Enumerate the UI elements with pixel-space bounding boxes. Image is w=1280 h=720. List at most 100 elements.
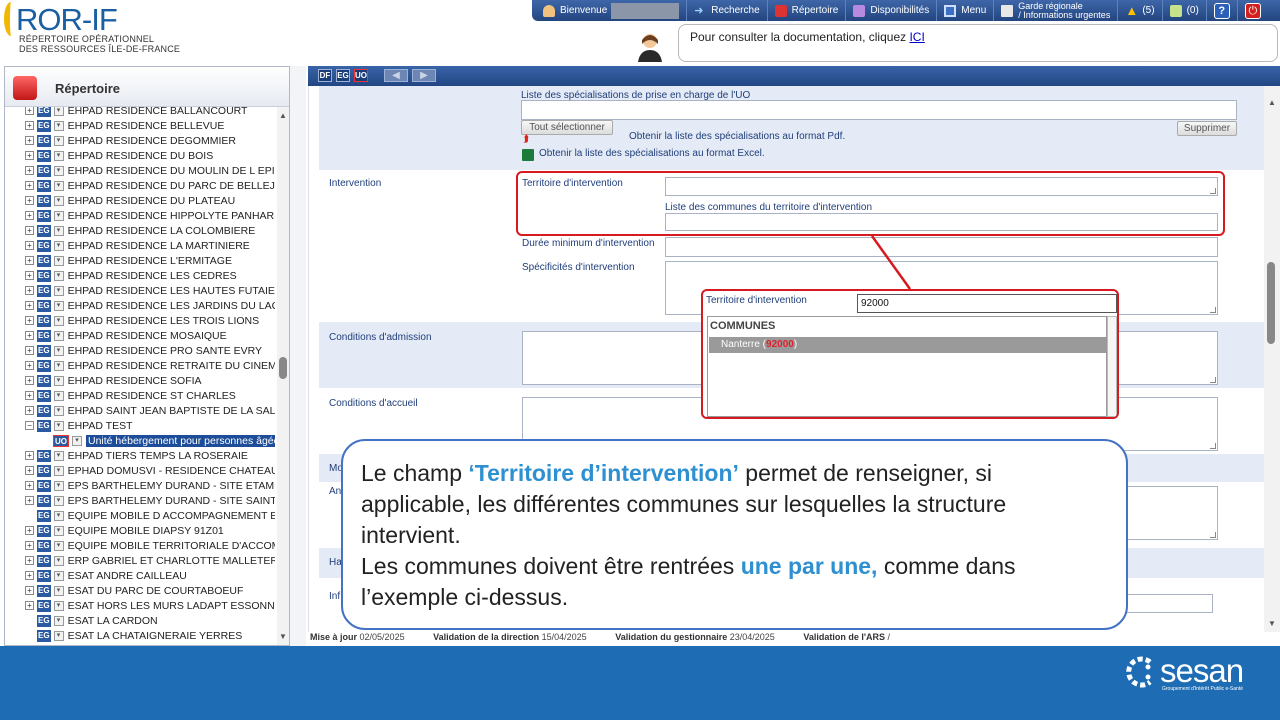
tree-item[interactable]: + EG ▾ EHPAD RESIDENCE RETRAITE DU CINEMA: [25, 358, 275, 373]
item-menu-icon[interactable]: ▾: [53, 510, 64, 521]
item-menu-icon[interactable]: ▾: [53, 375, 64, 386]
excel-icon[interactable]: [522, 149, 534, 161]
expand-toggle-icon[interactable]: +: [25, 361, 34, 370]
expand-toggle-icon[interactable]: +: [25, 376, 34, 385]
expand-toggle-icon[interactable]: +: [25, 211, 34, 220]
item-menu-icon[interactable]: ▾: [53, 107, 64, 116]
item-menu-icon[interactable]: ▾: [53, 195, 64, 206]
pdf-icon[interactable]: ⮭: [523, 135, 534, 147]
item-menu-icon[interactable]: ▾: [53, 420, 64, 431]
expand-toggle-icon[interactable]: +: [25, 481, 34, 490]
expand-toggle-icon[interactable]: +: [25, 121, 34, 130]
item-menu-icon[interactable]: ▾: [53, 150, 64, 161]
tree-item[interactable]: + EG ▾ EHPAD RESIDENCE LES CEDRES: [25, 268, 237, 283]
tree-item[interactable]: + EG ▾ EHPAD TIERS TEMPS LA ROSERAIE: [25, 448, 248, 463]
nav-availability[interactable]: Disponibilités: [846, 0, 938, 21]
expand-toggle-icon[interactable]: +: [25, 526, 34, 535]
tree-item[interactable]: + EG ▾ EHPAD RESIDENCE L'ERMITAGE: [25, 253, 232, 268]
scroll-up-icon[interactable]: ▲: [279, 111, 287, 120]
tree-item[interactable]: + EG ▾ EQUIPE MOBILE TERRITORIALE D'ACCOM: [25, 538, 275, 553]
tree-item[interactable]: + EG ▾ EHPAD RESIDENCE MOSAIQUE: [25, 328, 227, 343]
expand-toggle-icon[interactable]: +: [25, 496, 34, 505]
tree-item[interactable]: + EG ▾ EHPAD RESIDENCE LES HAUTES FUTAIES: [25, 283, 275, 298]
item-menu-icon[interactable]: ▾: [53, 300, 64, 311]
nav-menu[interactable]: Menu: [937, 0, 995, 21]
forward-arrow-icon[interactable]: ▶: [412, 69, 436, 82]
pdf-link[interactable]: Obtenir la liste des spécialisations au …: [629, 131, 845, 142]
tree-item[interactable]: + EG ▾ ESAT DU PARC DE COURTABOEUF: [25, 583, 243, 598]
scroll-down-icon[interactable]: ▼: [279, 632, 287, 641]
item-menu-icon[interactable]: ▾: [53, 495, 64, 506]
item-menu-icon[interactable]: ▾: [53, 465, 64, 476]
item-menu-icon[interactable]: ▾: [53, 630, 64, 641]
tree-item[interactable]: + EG ▾ EHPAD RESIDENCE DU PARC DE BELLEJA: [25, 178, 275, 193]
item-menu-icon[interactable]: ▾: [53, 285, 64, 296]
specialisations-list[interactable]: [521, 100, 1237, 120]
item-menu-icon[interactable]: ▾: [72, 435, 82, 446]
excel-link[interactable]: Obtenir la liste des spécialisations au …: [539, 148, 765, 159]
uo-button[interactable]: UO: [354, 69, 368, 82]
commune-suggestion-item[interactable]: Nanterre (92000): [709, 337, 1106, 353]
item-menu-icon[interactable]: ▾: [53, 615, 64, 626]
item-menu-icon[interactable]: ▾: [53, 225, 64, 236]
expand-toggle-icon[interactable]: +: [25, 107, 34, 115]
tree-item[interactable]: + EG ▾ ESAT ANDRE CAILLEAU: [25, 568, 187, 583]
form-scrollbar[interactable]: ▲ ▼: [1264, 86, 1280, 632]
expand-toggle-icon[interactable]: +: [25, 241, 34, 250]
tree-item[interactable]: + EG ▾ EHPAD RESIDENCE LA COLOMBIERE: [25, 223, 255, 238]
form-scroll-thumb[interactable]: [1267, 262, 1275, 344]
expand-toggle-icon[interactable]: +: [25, 466, 34, 475]
tree-item[interactable]: +EG▾ESAT LA CARDON: [25, 613, 158, 628]
nav-help[interactable]: ?: [1207, 0, 1238, 21]
expand-toggle-icon[interactable]: +: [25, 406, 34, 415]
nav-alerts[interactable]: ▲ (5): [1118, 0, 1163, 21]
panel-splitter[interactable]: [290, 66, 306, 646]
expand-toggle-icon[interactable]: +: [25, 181, 34, 190]
tree-item[interactable]: + EG ▾ EHPAD RESIDENCE LES JARDINS DU LAC: [25, 298, 275, 313]
eg-button[interactable]: EG: [336, 69, 350, 82]
item-menu-icon[interactable]: ▾: [53, 450, 64, 461]
item-menu-icon[interactable]: ▾: [53, 555, 64, 566]
expand-toggle-icon[interactable]: +: [25, 601, 34, 610]
item-menu-icon[interactable]: ▾: [53, 405, 64, 416]
expand-toggle-icon[interactable]: +: [25, 451, 34, 460]
tree-item[interactable]: + EG ▾ EPHAD DOMUSVI - RESIDENCE CHATEAU: [25, 463, 275, 478]
tree-item[interactable]: + EG ▾ EHPAD RESIDENCE PRO SANTE EVRY: [25, 343, 262, 358]
expand-toggle-icon[interactable]: +: [25, 301, 34, 310]
item-menu-icon[interactable]: ▾: [53, 210, 64, 221]
expand-toggle-icon[interactable]: +: [25, 586, 34, 595]
item-menu-icon[interactable]: ▾: [53, 390, 64, 401]
expand-toggle-icon[interactable]: +: [25, 166, 34, 175]
item-menu-icon[interactable]: ▾: [53, 315, 64, 326]
tree-item[interactable]: + EG ▾ EHPAD RESIDENCE DU MOULIN DE L EPIN: [25, 163, 275, 178]
tree-item[interactable]: + EG ▾ EHPAD SAINT JEAN BAPTISTE DE LA SALL: [25, 403, 275, 418]
item-menu-icon[interactable]: ▾: [53, 540, 64, 551]
nav-search[interactable]: ➜ Recherche: [687, 0, 768, 21]
tree-item[interactable]: + EG ▾ EHPAD RESIDENCE DU PLATEAU: [25, 193, 235, 208]
item-menu-icon[interactable]: ▾: [53, 255, 64, 266]
expand-toggle-icon[interactable]: +: [25, 271, 34, 280]
expand-toggle-icon[interactable]: −: [25, 421, 34, 430]
item-menu-icon[interactable]: ▾: [53, 585, 64, 596]
expand-toggle-icon[interactable]: +: [25, 226, 34, 235]
tree-item[interactable]: + EG ▾ EPS BARTHELEMY DURAND - SITE ETAMP: [25, 478, 275, 493]
expand-toggle-icon[interactable]: +: [25, 286, 34, 295]
tree-item[interactable]: + EG ▾ EHPAD RESIDENCE DEGOMMIER: [25, 133, 236, 148]
tree-item[interactable]: +UO▾Unité hébergement pour personnes âgé…: [41, 433, 275, 448]
suggestion-scrollbar[interactable]: [1107, 316, 1117, 417]
item-menu-icon[interactable]: ▾: [53, 240, 64, 251]
item-menu-icon[interactable]: ▾: [53, 570, 64, 581]
tree-item[interactable]: − EG ▾ EHPAD TEST: [25, 418, 133, 433]
nav-guard[interactable]: Garde régionale / Informations urgentes: [994, 0, 1119, 21]
expand-toggle-icon[interactable]: +: [25, 556, 34, 565]
expand-toggle-icon[interactable]: +: [25, 331, 34, 340]
expand-toggle-icon[interactable]: +: [25, 571, 34, 580]
item-menu-icon[interactable]: ▾: [53, 135, 64, 146]
expand-toggle-icon[interactable]: +: [25, 151, 34, 160]
tree-scroll-thumb[interactable]: [279, 357, 287, 379]
form-scroll-down-icon[interactable]: ▼: [1268, 619, 1276, 628]
tree-item[interactable]: + EG ▾ ERP GABRIEL ET CHARLOTTE MALLETERI: [25, 553, 275, 568]
tree-item[interactable]: + EG ▾ EHPAD RESIDENCE LES TROIS LIONS: [25, 313, 259, 328]
back-arrow-icon[interactable]: ◀: [384, 69, 408, 82]
tree-item[interactable]: + EG ▾ EHPAD RESIDENCE HIPPOLYTE PANHARD: [25, 208, 275, 223]
